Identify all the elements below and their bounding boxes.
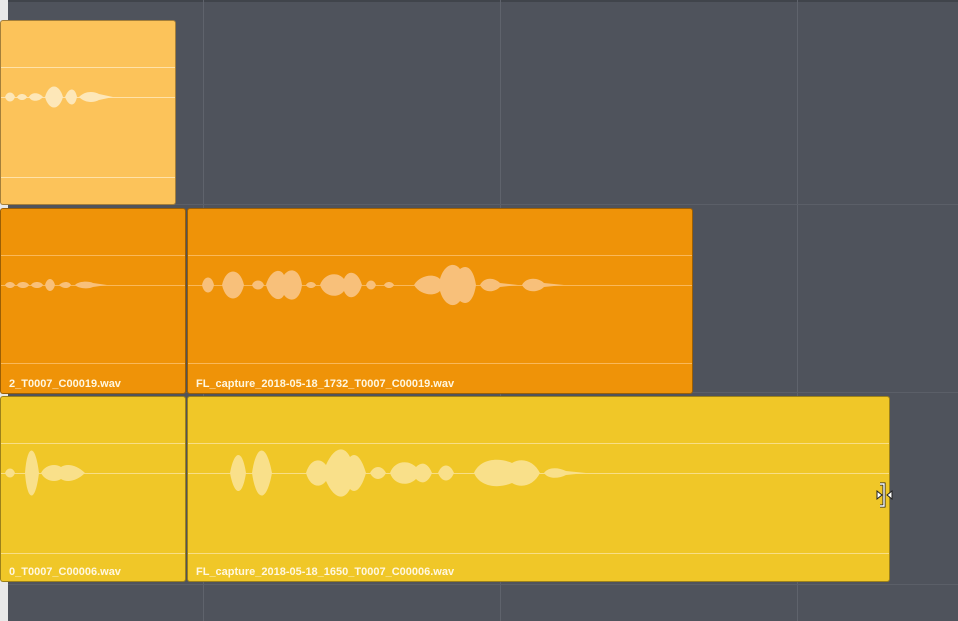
- timeline[interactable]: 2_T0007_C00019.wav FL_capture_2018-05-18…: [0, 0, 958, 621]
- clip-name: 2_T0007_C00019.wav: [9, 378, 121, 390]
- audio-clip-track2-right[interactable]: FL_capture_2018-05-18_1732_T0007_C00019.…: [187, 208, 693, 394]
- audio-clip-track1-right[interactable]: FL_capture_2018-05-18_1650_T0007_C00006.…: [187, 396, 890, 582]
- track-divider: [8, 584, 958, 585]
- clip-name: 0_T0007_C00006.wav: [9, 566, 121, 578]
- audio-waveform: [202, 264, 564, 306]
- audio-clip-track1-left[interactable]: 0_T0007_C00006.wav: [0, 396, 186, 582]
- audio-waveform: [230, 449, 586, 497]
- audio-waveform: [5, 279, 107, 291]
- clip-name: FL_capture_2018-05-18_1650_T0007_C00006.…: [196, 566, 455, 578]
- audio-waveform: [5, 86, 113, 108]
- clip-name: FL_capture_2018-05-18_1732_T0007_C00019.…: [196, 378, 455, 390]
- trim-cursor-icon: [876, 482, 893, 508]
- audio-clip-track3[interactable]: [0, 20, 176, 205]
- audio-waveform: [5, 450, 85, 496]
- audio-clip-track2-left[interactable]: 2_T0007_C00019.wav: [0, 208, 186, 394]
- timeline-top-border: [0, 0, 958, 2]
